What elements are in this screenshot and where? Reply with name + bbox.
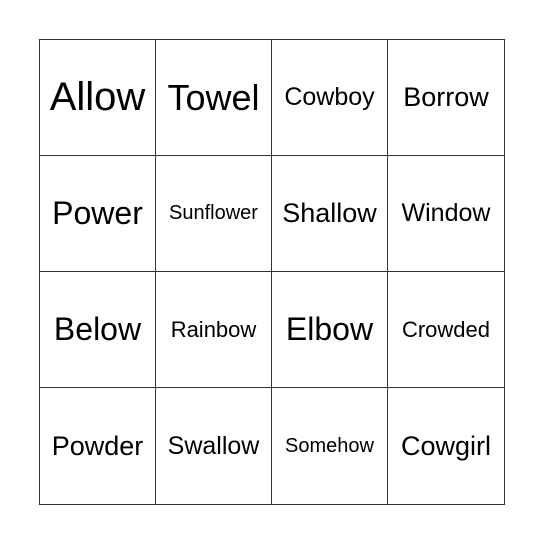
cell-label: Below (53, 311, 142, 347)
bingo-board: Allow Towel Cowboy Borrow Power Sunflowe… (39, 39, 505, 505)
cell-label: Rainbow (170, 316, 257, 342)
cell-label: Borrow (403, 82, 489, 112)
cell-label: Swallow (167, 431, 260, 460)
bingo-cell[interactable]: Below (40, 272, 156, 388)
bingo-cell[interactable]: Shallow (272, 156, 388, 272)
cell-label: Somehow (285, 434, 374, 457)
cell-label: Power (52, 195, 143, 231)
cell-label: Powder (51, 430, 144, 461)
bingo-cell[interactable]: Somehow (272, 388, 388, 504)
bingo-cell[interactable]: Allow (40, 40, 156, 156)
bingo-cell[interactable]: Cowboy (272, 40, 388, 156)
bingo-cell[interactable]: Swallow (156, 388, 272, 504)
bingo-cell[interactable]: Rainbow (156, 272, 272, 388)
cell-label: Allow (49, 75, 146, 119)
cell-label: Elbow (285, 311, 374, 347)
cell-label: Towel (167, 76, 260, 118)
cell-label: Shallow (282, 198, 377, 228)
bingo-cell[interactable]: Window (388, 156, 504, 272)
cell-label: Sunflower (169, 202, 258, 224)
bingo-cell[interactable]: Powder (40, 388, 156, 504)
cell-label: Cowboy (284, 83, 375, 111)
cell-label: Crowded (401, 316, 491, 342)
bingo-cell[interactable]: Borrow (388, 40, 504, 156)
bingo-cell[interactable]: Sunflower (156, 156, 272, 272)
bingo-cell[interactable]: Cowgirl (388, 388, 504, 504)
bingo-cell[interactable]: Elbow (272, 272, 388, 388)
cell-label: Cowgirl (400, 430, 492, 461)
bingo-cell[interactable]: Crowded (388, 272, 504, 388)
bingo-cell[interactable]: Power (40, 156, 156, 272)
cell-label: Window (401, 199, 491, 227)
bingo-cell[interactable]: Towel (156, 40, 272, 156)
